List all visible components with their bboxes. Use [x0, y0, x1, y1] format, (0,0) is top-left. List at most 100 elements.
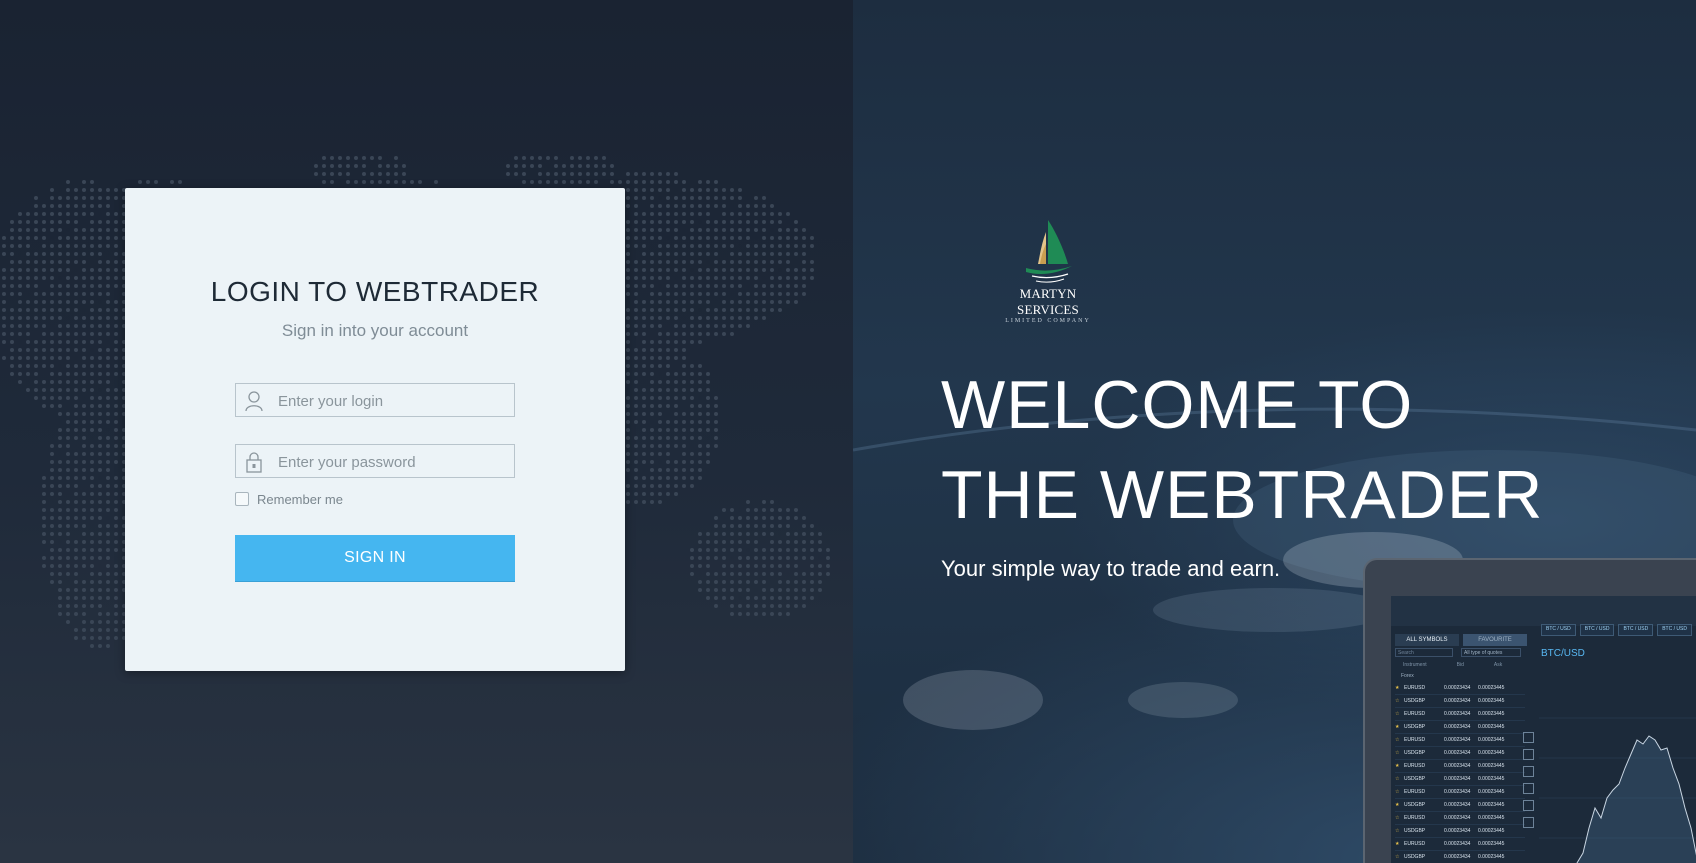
laptop-top-bar	[1391, 596, 1696, 626]
laptop-price-chart	[1539, 717, 1696, 863]
row-bid: 0.00023434	[1444, 815, 1471, 821]
symbol-tab: BTC / USD	[1579, 624, 1615, 636]
laptop-row: ☆ USDGBP 0.00023434 0.00023445	[1395, 695, 1525, 708]
star-icon: ★	[1395, 841, 1400, 847]
tagline: Your simple way to trade and earn.	[941, 556, 1281, 581]
laptop-row: ★ USDGBP 0.00023434 0.00023445	[1395, 721, 1525, 734]
row-ask: 0.00023445	[1478, 685, 1505, 691]
symbol-tab: BTC / USD	[1657, 624, 1692, 636]
row-bid: 0.00023434	[1444, 776, 1471, 782]
sign-in-button[interactable]: SIGN IN	[235, 535, 515, 581]
row-ask: 0.00023445	[1478, 815, 1505, 821]
star-icon: ☆	[1395, 776, 1400, 782]
star-icon: ☆	[1395, 854, 1400, 860]
row-symbol: EURUSD	[1404, 685, 1426, 691]
login-field[interactable]	[235, 383, 515, 418]
user-icon	[245, 391, 263, 412]
tool-icon	[1523, 817, 1534, 828]
laptop-row: ☆ USDGBP 0.00023434 0.00023445	[1395, 851, 1525, 863]
row-bid: 0.00023434	[1444, 828, 1471, 834]
laptop-row: ☆ USDGBP 0.00023434 0.00023445	[1395, 773, 1525, 786]
row-ask: 0.00023445	[1478, 789, 1505, 795]
tool-icon	[1523, 800, 1534, 811]
tool-icon	[1523, 749, 1534, 760]
brand-name: MARTYN SERVICES	[1017, 286, 1079, 317]
row-ask: 0.00023445	[1478, 724, 1505, 730]
remember-checkbox[interactable]	[235, 492, 249, 506]
row-symbol: USDGBP	[1404, 828, 1426, 834]
symbol-tab: BTC / USD	[1618, 624, 1654, 636]
left-pane: LOGIN TO WEBTRADER Sign in into your acc…	[0, 0, 853, 863]
password-field[interactable]	[235, 444, 515, 479]
laptop-row: ★ EURUSD 0.00023434 0.00023445	[1395, 682, 1525, 695]
brand: MARTYN SERVICES LIMITED COMPANY	[989, 218, 1107, 324]
row-symbol: EURUSD	[1404, 841, 1426, 847]
login-input[interactable]	[276, 384, 512, 418]
laptop-columns: Instrument Bid Ask	[1403, 662, 1502, 668]
laptop-row: ☆ USDGBP 0.00023434 0.00023445	[1395, 825, 1525, 838]
row-symbol: USDGBP	[1404, 802, 1426, 808]
laptop-row: ☆ EURUSD 0.00023434 0.00023445	[1395, 786, 1525, 799]
star-icon: ☆	[1395, 698, 1400, 704]
brand-sub: LIMITED COMPANY	[1005, 318, 1091, 324]
row-bid: 0.00023434	[1444, 763, 1471, 769]
lock-icon	[246, 452, 262, 473]
laptop-mockup: ALL SYMBOLS FAVOURITE BTC / USD BTC / US…	[1363, 558, 1696, 863]
row-bid: 0.00023434	[1444, 841, 1471, 847]
laptop-row: ★ USDGBP 0.00023434 0.00023445	[1395, 799, 1525, 812]
laptop-row: ☆ USDGBP 0.00023434 0.00023445	[1395, 747, 1525, 760]
row-symbol: EURUSD	[1404, 815, 1426, 821]
row-bid: 0.00023434	[1444, 711, 1471, 717]
tool-icon	[1523, 783, 1534, 794]
row-symbol: USDGBP	[1404, 750, 1426, 756]
laptop-tools	[1523, 732, 1537, 834]
star-icon: ☆	[1395, 750, 1400, 756]
row-ask: 0.00023445	[1478, 828, 1505, 834]
star-icon: ☆	[1395, 789, 1400, 795]
row-bid: 0.00023434	[1444, 854, 1471, 860]
row-symbol: USDGBP	[1404, 854, 1426, 860]
remember-label: Remember me	[257, 491, 343, 507]
sailboat-logo-icon	[1026, 220, 1072, 283]
tool-icon	[1523, 732, 1534, 743]
star-icon: ★	[1395, 724, 1400, 730]
star-icon: ☆	[1395, 711, 1400, 717]
row-bid: 0.00023434	[1444, 724, 1471, 730]
login-card: LOGIN TO WEBTRADER Sign in into your acc…	[125, 188, 625, 671]
laptop-row: ★ EURUSD 0.00023434 0.00023445	[1395, 838, 1525, 851]
row-bid: 0.00023434	[1444, 737, 1471, 743]
password-input[interactable]	[276, 445, 512, 479]
col-ask: Ask	[1493, 662, 1503, 668]
star-icon: ★	[1395, 763, 1400, 769]
row-ask: 0.00023445	[1478, 763, 1505, 769]
row-symbol: USDGBP	[1404, 698, 1426, 704]
symbol-tab: BTC / USD	[1541, 624, 1576, 636]
welcome-heading: WELCOME TO THE WEBTRADER	[941, 367, 1544, 533]
row-bid: 0.00023434	[1444, 750, 1471, 756]
star-icon: ★	[1395, 685, 1400, 691]
row-bid: 0.00023434	[1444, 789, 1471, 795]
star-icon: ☆	[1395, 828, 1400, 834]
laptop-group: Forex	[1401, 673, 1414, 679]
laptop-row: ☆ EURUSD 0.00023434 0.00023445	[1395, 708, 1525, 721]
tab-favourite: FAVOURITE	[1463, 634, 1527, 646]
row-symbol: USDGBP	[1404, 776, 1426, 782]
row-symbol: EURUSD	[1404, 763, 1426, 769]
row-bid: 0.00023434	[1444, 698, 1471, 704]
login-title: LOGIN TO WEBTRADER	[210, 276, 540, 307]
col-bid: Bid	[1456, 662, 1464, 668]
row-ask: 0.00023445	[1478, 698, 1505, 704]
login-subtitle: Sign in into your account	[281, 321, 469, 340]
laptop-row: ★ EURUSD 0.00023434 0.00023445	[1395, 760, 1525, 773]
row-bid: 0.00023434	[1444, 802, 1471, 808]
laptop-rows: ★ EURUSD 0.00023434 0.00023445 ☆ USDGBP 0.0002…	[1395, 682, 1525, 863]
laptop-row: ☆ EURUSD 0.00023434 0.00023445	[1395, 812, 1525, 825]
row-symbol: USDGBP	[1404, 724, 1426, 730]
row-ask: 0.00023445	[1478, 750, 1505, 756]
row-ask: 0.00023445	[1478, 737, 1505, 743]
row-ask: 0.00023445	[1478, 711, 1505, 717]
remember-me[interactable]: Remember me	[235, 490, 343, 508]
row-ask: 0.00023445	[1478, 776, 1505, 782]
row-symbol: EURUSD	[1404, 711, 1426, 717]
row-bid: 0.00023434	[1444, 685, 1471, 691]
